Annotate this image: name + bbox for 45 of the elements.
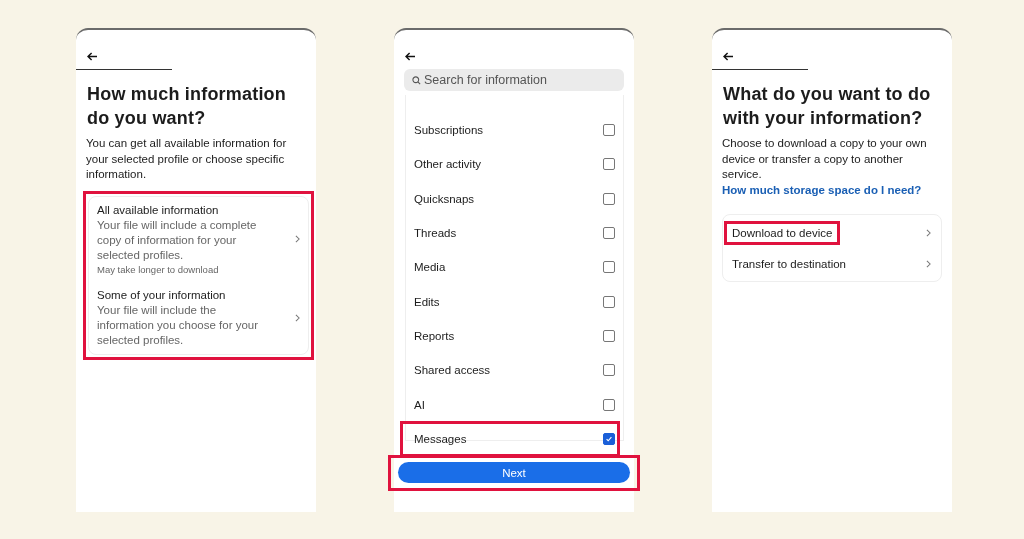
option-item[interactable]: All available information Your file will include a complete copy of information for your selected profiles. May take longer to download (89, 196, 308, 282)
checkbox-row[interactable]: Threads (406, 215, 623, 251)
checkbox-row[interactable]: AI (406, 387, 623, 422)
checkbox-row[interactable]: Subscriptions (406, 113, 623, 148)
chevron-icon (295, 313, 300, 322)
checkbox[interactable] (603, 261, 615, 274)
checkbox-row[interactable]: Edits (406, 284, 623, 319)
checkbox-row[interactable]: Messages (401, 421, 619, 456)
checkbox[interactable] (603, 329, 615, 342)
back-arrow-icon[interactable] (405, 52, 416, 61)
checkbox[interactable] (603, 398, 615, 411)
option-detail: Your file will include a complete copy of information for your selected profiles. (97, 217, 258, 263)
check-icon (605, 434, 613, 443)
option-title: Some of your information (97, 287, 227, 303)
storage-link[interactable]: How much storage space do I need? (722, 182, 922, 198)
search-icon (412, 76, 421, 85)
chevron-icon (926, 228, 931, 237)
option-title: All available information (97, 202, 220, 218)
checkbox[interactable] (603, 227, 615, 240)
checkbox-row[interactable]: Other activity (406, 147, 623, 182)
checkbox[interactable] (603, 364, 615, 377)
checkbox-row[interactable]: Reports (406, 318, 623, 354)
screen-title: What do you want to do with your information? (723, 83, 932, 130)
checkbox[interactable] (603, 158, 615, 171)
checkbox-row[interactable]: Shared access (406, 353, 623, 388)
option-item[interactable]: Some of your information Your file will include the information you choose for your selected profiles. (89, 281, 308, 354)
checkbox[interactable] (603, 124, 615, 137)
checkbox[interactable] (603, 432, 615, 445)
option-note: May take longer to download (97, 262, 220, 276)
checkbox-row[interactable]: Quicksnaps (406, 181, 623, 216)
description: Choose to download a copy to your own device or transfer a copy to another service. How much storage space do I need? (722, 136, 928, 198)
option-item[interactable]: Transfer to destination (724, 251, 854, 276)
checkbox[interactable] (603, 192, 615, 205)
checkbox[interactable] (603, 295, 615, 308)
screen-title: How much information do you want? (87, 83, 287, 130)
next-button[interactable]: Next (398, 462, 630, 483)
back-arrow-icon[interactable] (87, 52, 98, 61)
description: You can get all available information for your selected profile or choose specific information. (86, 136, 288, 182)
back-arrow-icon[interactable] (723, 52, 734, 61)
chevron-icon (926, 259, 931, 268)
option-item[interactable]: Download to device (724, 220, 841, 245)
search-field[interactable]: Search for information (404, 69, 624, 91)
checkbox-row[interactable]: Media (406, 250, 623, 285)
option-detail: Your file will include the information you choose for your selected profiles. (97, 302, 260, 348)
chevron-icon (295, 235, 300, 243)
